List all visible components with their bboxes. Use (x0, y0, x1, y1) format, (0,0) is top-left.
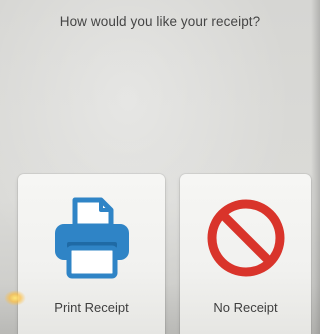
print-receipt-button[interactable]: Print Receipt (18, 174, 165, 334)
screen-edge-shadow (311, 0, 320, 334)
no-receipt-label: No Receipt (213, 300, 278, 315)
printer-icon (54, 197, 129, 279)
receipt-prompt: How would you like your receipt? (59, 14, 261, 29)
no-receipt-button[interactable]: No Receipt (180, 174, 311, 334)
print-receipt-label: Print Receipt (54, 300, 129, 315)
no-symbol-icon (207, 199, 284, 277)
